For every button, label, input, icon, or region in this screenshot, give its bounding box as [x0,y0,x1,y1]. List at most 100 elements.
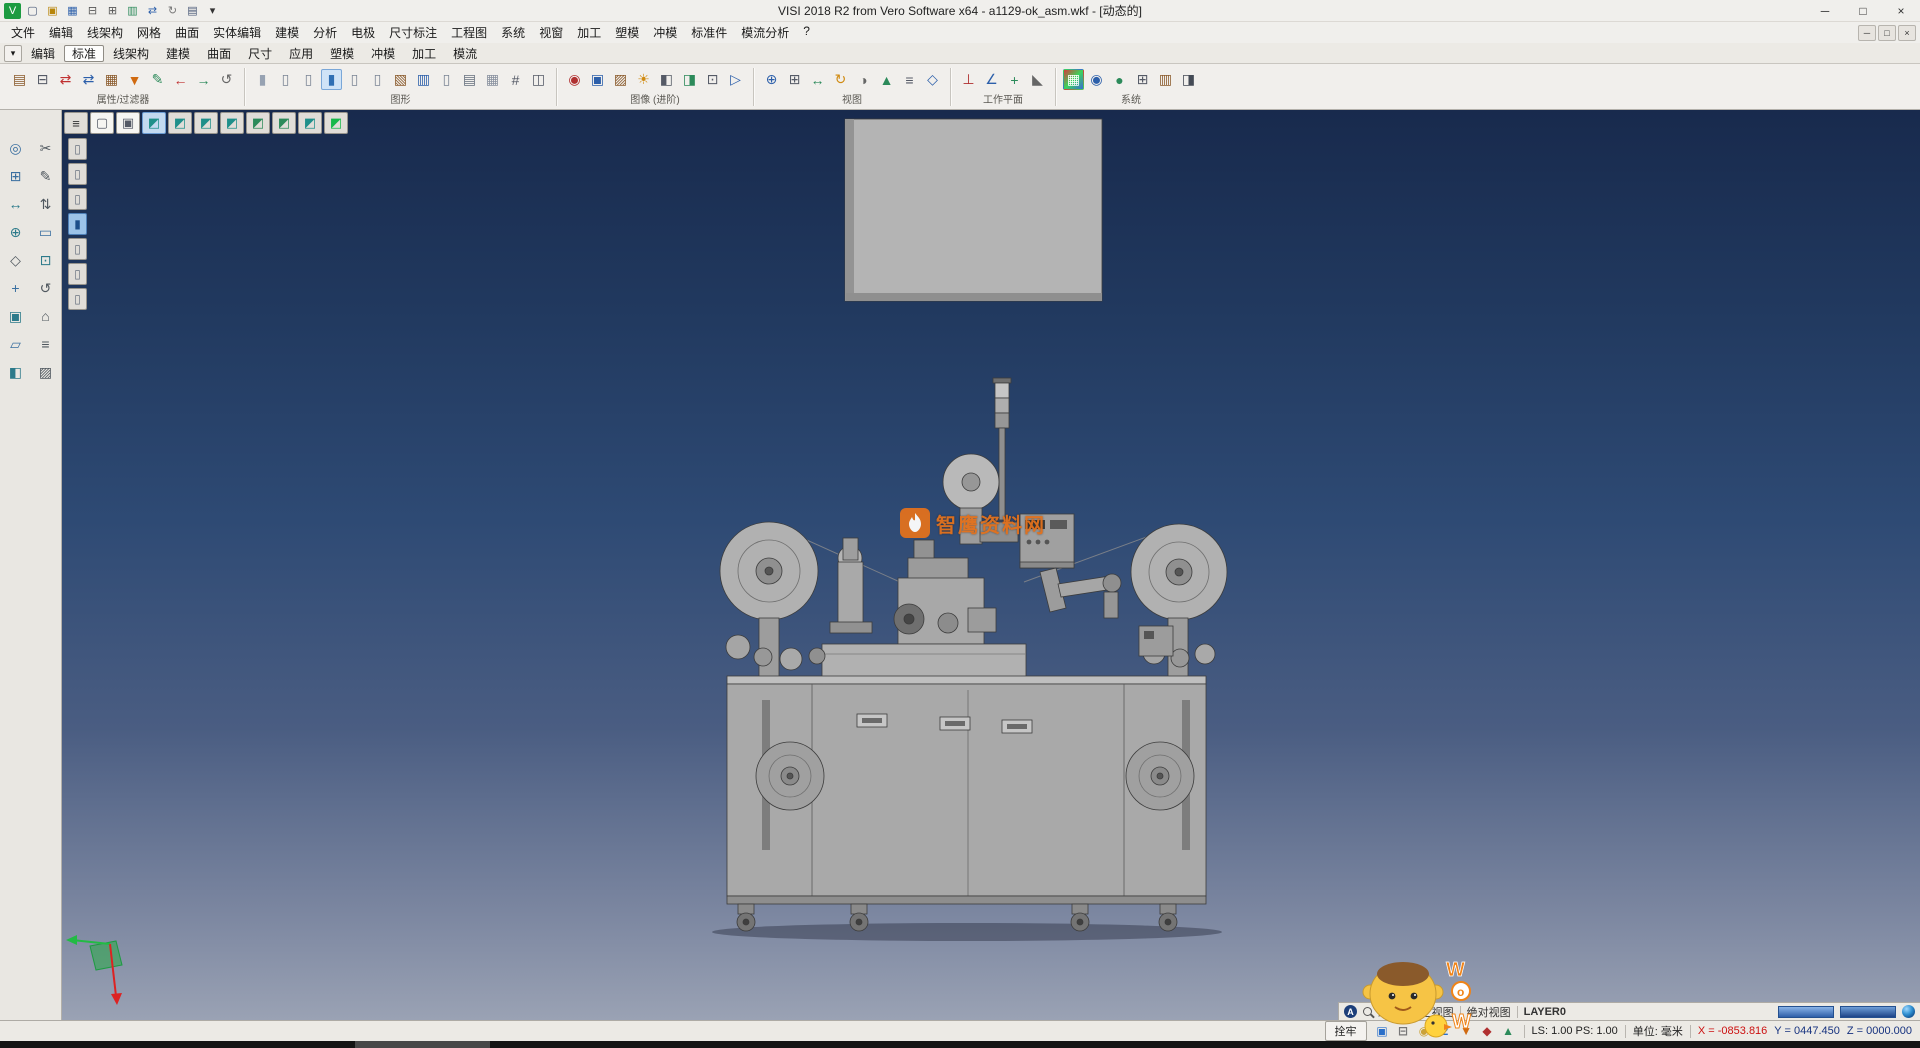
attribute-browser-icon[interactable]: ▤ [9,69,30,90]
ribbon-tab[interactable]: 建模 [158,45,198,62]
snap-grid-icon[interactable]: ⊞ [4,164,28,188]
ribbon-tab[interactable]: 冲模 [363,45,403,62]
animation-icon[interactable]: ▷ [725,69,746,90]
plot-icon[interactable]: ⊞ [104,3,121,19]
filter-cylinder-icon-5[interactable]: ▯ [68,238,87,260]
render-icon[interactable]: ◉ [564,69,585,90]
menu-item[interactable]: 加工 [570,22,608,43]
ghost-mode-icon[interactable]: ▯ [367,69,388,90]
ribbon-tab[interactable]: 模流 [445,45,485,62]
select-icon[interactable]: ◎ [4,136,28,160]
workplane-by-angle-icon[interactable]: ∠ [981,69,1002,90]
filter-cylinder-icon-1[interactable]: ▯ [68,138,87,160]
ribbon-tab[interactable]: 应用 [281,45,321,62]
taskbar-sliver[interactable] [0,1041,1920,1048]
mdi-restore-button[interactable]: □ [1878,25,1896,41]
mirror-icon[interactable]: ⇅ [34,192,58,216]
properties-icon[interactable]: ▣ [4,304,28,328]
menu-item[interactable]: 网格 [130,22,168,43]
view-list-icon[interactable]: ≡ [899,69,920,90]
calculator-icon[interactable]: ▥ [1155,69,1176,90]
globe-icon[interactable]: ● [1109,69,1130,90]
grid-toggle-icon[interactable]: # [505,69,526,90]
unblank-element-icon[interactable]: ▤ [459,69,480,90]
circle-icon[interactable]: ◇ [4,248,28,272]
mdi-close-button[interactable]: × [1898,25,1916,41]
filter-prev-icon[interactable]: ← [170,69,191,90]
menu-item[interactable]: 分析 [306,22,344,43]
textures-icon[interactable]: ▨ [610,69,631,90]
bottom-view-cube-icon[interactable]: ◩ [298,112,322,134]
assistant-badge[interactable]: A [1344,1005,1357,1018]
copy-screen-icon[interactable]: ▥ [124,3,141,19]
qat-dropdown-icon[interactable]: ▾ [204,3,221,19]
filter-cylinder-icon-3[interactable]: ▯ [68,188,87,210]
highlight-icon[interactable]: ▦ [482,69,503,90]
attribute-swap-icon[interactable]: ⇄ [55,69,76,90]
point-icon[interactable]: + [4,276,28,300]
viewport-plane-icon[interactable]: ▢ [90,112,114,134]
element-color-icon[interactable]: ▧ [390,69,411,90]
menu-item[interactable]: 尺寸标注 [382,22,444,43]
mdi-minimize-button[interactable]: ─ [1858,25,1876,41]
ribbon-tab[interactable]: 线架构 [105,45,157,62]
filter-icon[interactable]: ▼ [124,69,145,90]
workplane-icon[interactable]: ⊥ [958,69,979,90]
menu-item[interactable]: 模流分析 [734,22,796,43]
menu-item[interactable]: 实体编辑 [206,22,268,43]
menu-item[interactable]: 标准件 [684,22,734,43]
back-view-cube-icon[interactable]: ◩ [246,112,270,134]
pan-icon[interactable]: ↔ [807,69,828,90]
maximize-button[interactable]: □ [1844,0,1882,21]
offset-icon[interactable]: ⊕ [4,220,28,244]
origin-icon[interactable]: ⌂ [34,304,58,328]
workplane-view-icon[interactable]: ◣ [1027,69,1048,90]
minimize-button[interactable]: ─ [1806,0,1844,21]
menu-item[interactable]: 线架构 [80,22,130,43]
dynamic-view-cube-icon[interactable]: ◩ [324,112,348,134]
filter-edit-icon[interactable]: ✎ [147,69,168,90]
shaded-edges-icon[interactable]: ▮ [321,69,342,90]
undo-icon[interactable]: ↺ [34,276,58,300]
screen-layout-icon[interactable]: ▤ [184,3,201,19]
open-file-icon[interactable]: ▣ [44,3,61,19]
shadows-icon[interactable]: ◧ [656,69,677,90]
erase-icon[interactable]: ✂ [34,136,58,160]
rotate-view-icon[interactable]: ↻ [830,69,851,90]
background-icon[interactable]: ◨ [679,69,700,90]
attribute-print-icon[interactable]: ⊟ [32,69,53,90]
workplane-origin-icon[interactable]: + [1004,69,1025,90]
zoom-window-icon[interactable]: ⊞ [784,69,805,90]
ribbon-tab[interactable]: 曲面 [199,45,239,62]
3d-viewport[interactable]: ≡▢▣◩◩◩◩◩◩◩◩ ▯▯▯▮▯▯▯ 智鹰资料网 A 绝对 X [62,110,1920,1020]
shade-mode-icon[interactable]: ▮ [252,69,273,90]
filter-cylinder-icon-2[interactable]: ▯ [68,163,87,185]
measure-icon[interactable]: ⊡ [34,248,58,272]
render-sphere-icon[interactable] [1902,1005,1915,1018]
layer-manager-icon[interactable]: ▦ [101,69,122,90]
blank-element-icon[interactable]: ▯ [436,69,457,90]
filter-cylinder-icon-7[interactable]: ▯ [68,288,87,310]
ribbon-tab[interactable]: 编辑 [23,45,63,62]
new-document-icon[interactable]: ▢ [24,3,41,19]
axes-toggle-icon[interactable]: ◫ [528,69,549,90]
layer-selector[interactable]: LAYER0 [1524,1006,1566,1018]
menu-item[interactable]: ? [796,22,817,43]
color-palette-icon[interactable]: ▦ [1063,69,1084,90]
filter-next-icon[interactable]: → [193,69,214,90]
plane-icon[interactable]: ▱ [4,332,28,356]
visi-logo[interactable]: V [4,3,21,19]
rectangle-icon[interactable]: ▭ [34,220,58,244]
edit-geometry-icon[interactable]: ✎ [34,164,58,188]
menu-item[interactable]: 曲面 [168,22,206,43]
iso-view-cube-icon[interactable]: ◩ [142,112,166,134]
previous-view-icon[interactable]: ◑ [853,69,874,90]
wireframe-mode-icon[interactable]: ▯ [275,69,296,90]
tab-dropdown-button[interactable]: ▾ [4,45,22,62]
list-icon[interactable]: ≡ [34,332,58,356]
materials-icon[interactable]: ▣ [587,69,608,90]
export-icon[interactable]: ↻ [164,3,181,19]
translate-icon[interactable]: ↔ [4,192,28,216]
filter-cylinder-icon-4[interactable]: ▮ [68,213,87,235]
workspace-icon[interactable]: ◨ [1178,69,1199,90]
